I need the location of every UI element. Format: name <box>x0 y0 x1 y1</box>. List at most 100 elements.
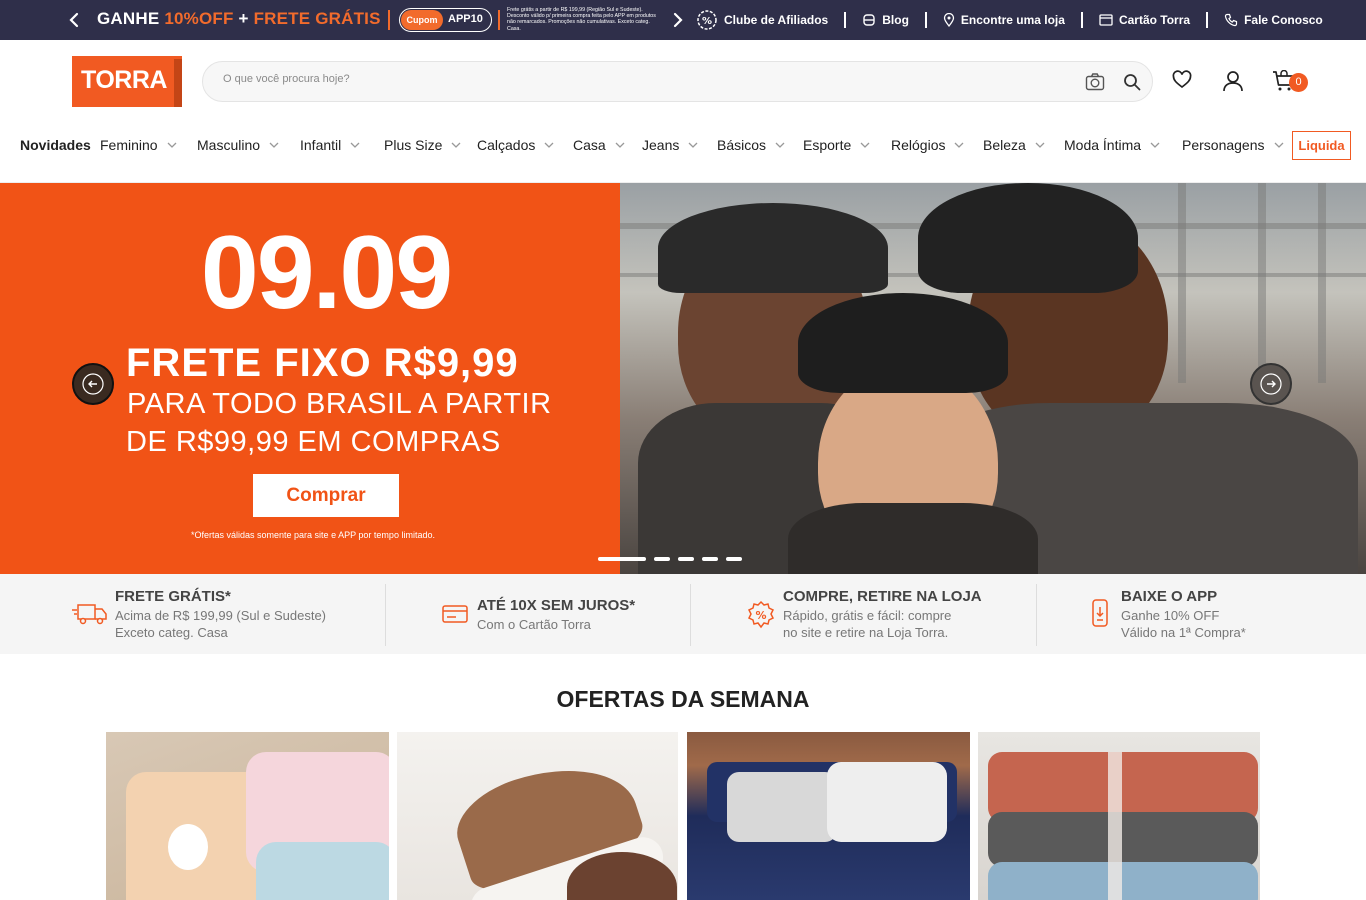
nav-item-novidades[interactable]: Novidades <box>20 137 91 153</box>
coupon-badge: Cupom APP10 <box>399 8 492 32</box>
arrow-right-icon <box>1260 373 1282 395</box>
nav-item-esporte[interactable]: Esporte <box>803 137 870 153</box>
benefit-text: Rápido, grátis e fácil: compre <box>783 608 952 623</box>
chevron-down-icon <box>688 142 698 148</box>
logo-text: TORRA <box>81 66 167 94</box>
offer-card-shoes[interactable] <box>397 732 678 900</box>
nav-label: Personagens <box>1182 137 1265 153</box>
user-account-icon[interactable] <box>1222 70 1244 92</box>
chevron-down-icon <box>451 142 461 148</box>
carousel-dot[interactable] <box>678 557 694 561</box>
promo-text-ganhe: GANHE <box>97 9 160 28</box>
carousel-dot[interactable] <box>598 557 646 561</box>
carousel-next-button[interactable] <box>1250 363 1292 405</box>
benefit-text: Exceto categ. Casa <box>115 625 228 640</box>
nav-item-casa[interactable]: Casa <box>573 137 625 153</box>
toplink-divider <box>1080 12 1083 28</box>
carousel-dot[interactable] <box>726 557 742 561</box>
discount-badge-icon: % <box>747 600 775 629</box>
card-icon <box>1099 14 1113 26</box>
nav-item-liquida[interactable]: Liquida <box>1292 131 1351 160</box>
toplink-divider <box>1206 12 1209 28</box>
promo-divider <box>388 10 390 30</box>
benefit-title: FRETE GRÁTIS* <box>115 588 231 605</box>
toplink-divider <box>844 12 847 28</box>
promo-text-plus: + <box>238 9 249 28</box>
top-links: % Clube de Afiliados Blog Encontre uma l… <box>696 0 1323 40</box>
hero-banner[interactable]: 09.09 FRETE FIXO R$9,99 PARA TODO BRASIL… <box>0 183 1366 574</box>
chevron-down-icon <box>167 142 177 148</box>
offer-card-baby-clothes[interactable] <box>106 732 389 900</box>
benefit-text: Com o Cartão Torra <box>477 617 591 632</box>
nav-item-basicos[interactable]: Básicos <box>717 137 785 153</box>
chevron-down-icon <box>955 142 964 148</box>
nav-item-beleza[interactable]: Beleza <box>983 137 1045 153</box>
carousel-dots <box>598 557 750 561</box>
nav-label: Casa <box>573 137 606 153</box>
link-clube-afiliados[interactable]: % Clube de Afiliados <box>696 9 828 31</box>
heart-icon[interactable] <box>1172 70 1192 90</box>
nav-label: Novidades <box>20 137 91 153</box>
link-cartao-torra[interactable]: Cartão Torra <box>1099 13 1190 27</box>
hero-subline-1: PARA TODO BRASIL A PARTIR <box>127 388 552 420</box>
nav-item-personagens[interactable]: Personagens <box>1182 137 1284 153</box>
nav-label: Calçados <box>477 137 536 153</box>
hero-headline: FRETE FIXO R$9,99 <box>126 341 519 385</box>
promo-prev-arrow-icon[interactable] <box>66 11 84 29</box>
nav-label: Masculino <box>197 137 261 153</box>
nav-item-plus-size[interactable]: Plus Size <box>384 137 461 153</box>
nav-item-masculino[interactable]: Masculino <box>197 137 279 153</box>
percent-icon: % <box>697 10 717 30</box>
torra-logo[interactable]: TORRA <box>72 56 182 107</box>
cart-count-badge: 0 <box>1289 73 1308 92</box>
chevron-down-icon <box>269 142 279 148</box>
chevron-down-icon <box>1274 142 1283 148</box>
coupon-label: Cupom <box>401 10 443 30</box>
benefit-divider <box>385 584 386 646</box>
link-encontre-loja[interactable]: Encontre uma loja <box>943 13 1065 27</box>
hero-subline-2: DE R$99,99 EM COMPRAS <box>126 426 501 458</box>
nav-label: Infantil <box>300 137 342 153</box>
chevron-down-icon <box>350 142 360 148</box>
nav-item-relogios[interactable]: Relógios <box>891 137 964 153</box>
benefit-text: no site e retire na Loja Torra. <box>783 625 949 640</box>
search-bar <box>202 61 1153 102</box>
truck-icon <box>72 604 107 625</box>
camera-search-icon[interactable] <box>1085 72 1105 92</box>
promo-headline[interactable]: GANHE 10%OFF + FRETE GRÁTIS <box>97 9 381 29</box>
nav-label: Moda Íntima <box>1064 137 1142 153</box>
credit-card-icon <box>442 605 468 623</box>
chevron-down-icon <box>775 142 785 148</box>
chevron-down-icon <box>860 142 870 148</box>
nav-item-jeans[interactable]: Jeans <box>642 137 698 153</box>
chevron-down-icon <box>1035 142 1045 148</box>
nav-label: Relógios <box>891 137 946 153</box>
nav-label: Esporte <box>803 137 852 153</box>
nav-item-moda-intima[interactable]: Moda Íntima <box>1064 137 1160 153</box>
nav-item-infantil[interactable]: Infantil <box>300 137 360 153</box>
link-blog[interactable]: Blog <box>862 13 909 27</box>
blog-icon <box>863 14 875 26</box>
carousel-dot[interactable] <box>702 557 718 561</box>
benefits-strip: FRETE GRÁTIS* Acima de R$ 199,99 (Sul e … <box>0 574 1366 654</box>
chevron-down-icon <box>615 142 625 148</box>
nav-label: Feminino <box>100 137 158 153</box>
benefit-title: COMPRE, RETIRE NA LOJA <box>783 588 982 605</box>
nav-label: Jeans <box>642 137 680 153</box>
nav-item-feminino[interactable]: Feminino <box>100 137 177 153</box>
search-input[interactable] <box>223 73 1023 85</box>
link-label: Fale Conosco <box>1244 13 1323 27</box>
hero-comprar-button[interactable]: Comprar <box>253 474 399 517</box>
carousel-prev-button[interactable] <box>72 363 114 405</box>
search-icon[interactable] <box>1123 73 1141 91</box>
benefit-divider <box>1036 584 1037 646</box>
link-fale-conosco[interactable]: Fale Conosco <box>1224 13 1323 27</box>
benefit-divider <box>690 584 691 646</box>
carousel-dot[interactable] <box>654 557 670 561</box>
offer-card-towels[interactable] <box>978 732 1260 900</box>
offer-card-bedding[interactable] <box>687 732 970 900</box>
promo-next-arrow-icon[interactable] <box>668 11 686 29</box>
phone-icon <box>1224 13 1238 27</box>
benefit-text: Válido na 1ª Compra* <box>1121 625 1246 640</box>
nav-item-calcados[interactable]: Calçados <box>477 137 554 153</box>
